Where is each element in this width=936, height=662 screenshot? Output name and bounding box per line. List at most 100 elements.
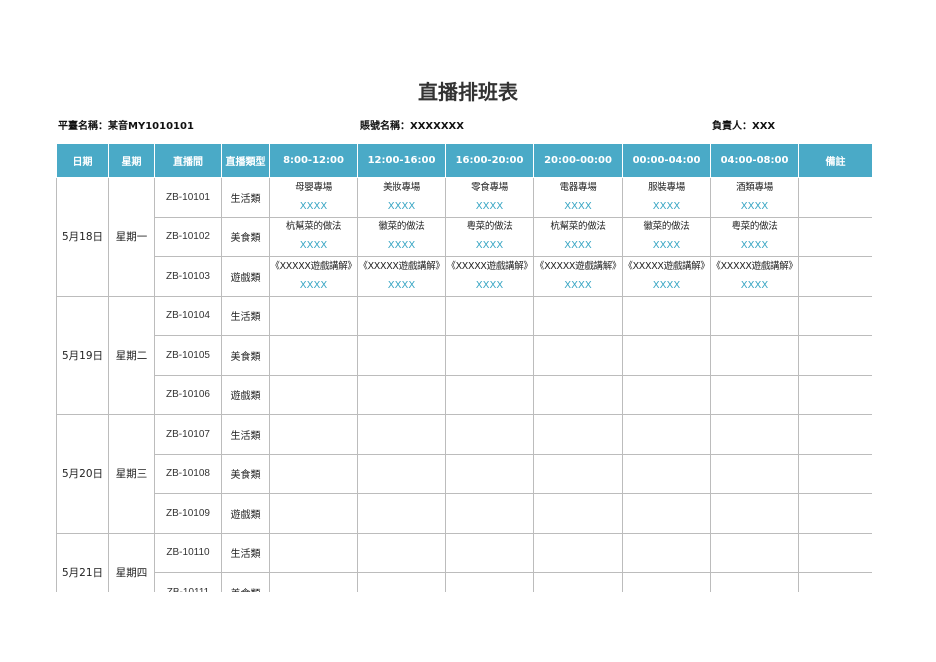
header-slot: 8:00-12:00 — [269, 143, 358, 178]
table-row: ZB-10103 遊戲類 《XXXXX遊戲講解》 XXXX 《XXXXX遊戲講解》 XXX… — [57, 256, 872, 297]
date-cell: 5月18日 — [56, 177, 109, 297]
table-row: 5月20日 星期三 ZB-10107 生活類 — [56, 414, 872, 534]
program-title: 《XXXXX遊戲講解》 — [534, 260, 622, 272]
host-name: XXXX — [387, 200, 416, 212]
header-row: 日期 星期 直播間 直播類型 8:00-12:00 12:00-16:00 16… — [56, 143, 872, 178]
room-code-cell: ZB-10104 — [154, 295, 222, 336]
slot-cell — [445, 572, 534, 592]
slot-cell: 酒類專場 XXXX — [710, 177, 799, 218]
slot-cell: 杭幫菜的做法 XXXX — [533, 216, 623, 257]
schedule-sheet: 日期 星期 直播間 直播類型 8:00-12:00 12:00-16:00 16… — [56, 143, 872, 592]
room-type-cell: 遊戲類 — [221, 256, 270, 297]
room-type-cell: 生活類 — [221, 295, 270, 336]
room-code-cell: ZB-10108 — [154, 453, 222, 494]
program-title: 徽菜的做法 — [643, 221, 690, 233]
date-cell: 5月20日 — [56, 414, 109, 534]
slot-cell — [533, 532, 623, 573]
host-name: XXXX — [564, 240, 592, 252]
slot-cell — [357, 572, 446, 592]
slot-cell: 服裝專場 XXXX — [622, 177, 711, 218]
slot-cell — [269, 453, 358, 494]
header-slot: 04:00-08:00 — [710, 143, 799, 178]
slot-cell — [533, 414, 623, 455]
date-cell: 5月19日 — [56, 295, 109, 415]
note-cell — [798, 256, 872, 297]
slot-cell — [445, 493, 534, 534]
note-cell — [798, 532, 872, 573]
slot-cell — [622, 335, 711, 376]
host-name: XXXX — [564, 279, 592, 291]
header-room: 直播間 — [154, 143, 222, 178]
program-title: 電器專場 — [559, 181, 597, 193]
weekday-cell: 星期二 — [108, 295, 155, 415]
slot-cell — [357, 532, 446, 573]
slot-cell — [533, 335, 623, 376]
table-row: ZB-10102 美食類 杭幫菜的做法 XXXX 徽菜的做法 XXXX 粵菜的做法 XXXX 杭… — [57, 216, 872, 257]
program-title: 粵菜的做法 — [466, 221, 513, 233]
slot-cell — [622, 414, 711, 455]
host-name: XXXX — [299, 279, 328, 291]
header-slot: 16:00-20:00 — [445, 143, 534, 178]
slot-cell — [357, 295, 446, 336]
page-title: 直播排班表 — [418, 80, 518, 104]
host-name: XXXX — [652, 240, 681, 252]
slot-cell — [533, 374, 623, 415]
weekday-cell: 星期一 — [108, 177, 155, 297]
note-cell — [798, 177, 872, 218]
slot-cell — [357, 453, 446, 494]
slot-cell: 粵菜的做法 XXXX — [445, 216, 534, 257]
slot-cell — [622, 493, 711, 534]
owner-name: 負責人：XXX — [712, 121, 776, 132]
slot-cell: 《XXXXX遊戲講解》 XXXX — [710, 256, 799, 297]
note-cell — [798, 493, 872, 534]
schedule-table: 日期 星期 直播間 直播類型 8:00-12:00 12:00-16:00 16… — [56, 143, 872, 592]
program-title: 徽菜的做法 — [378, 221, 425, 233]
slot-cell — [269, 335, 358, 376]
slot-cell: 《XXXXX遊戲講解》 XXXX — [357, 256, 446, 297]
host-name: XXXX — [652, 279, 681, 291]
slot-cell — [269, 374, 358, 415]
slot-cell — [710, 414, 799, 455]
table-row: 5月19日 星期二 ZB-10104 生活類 — [56, 295, 872, 415]
program-title: 零食專場 — [471, 181, 508, 193]
program-title: 《XXXXX遊戲講解》 — [446, 260, 533, 272]
slot-cell: 《XXXXX遊戲講解》 XXXX — [269, 256, 358, 297]
slot-cell — [445, 453, 534, 494]
slot-cell: 杭幫菜的做法 XXXX — [269, 216, 358, 257]
slot-cell — [622, 453, 711, 494]
program-title: 《XXXXX遊戲講解》 — [711, 260, 798, 272]
note-cell — [798, 374, 872, 415]
header-slot: 20:00-00:00 — [533, 143, 623, 178]
room-code-cell: ZB-10109 — [154, 493, 222, 534]
slot-cell: 《XXXXX遊戲講解》 XXXX — [445, 256, 534, 297]
header-type: 直播類型 — [221, 143, 270, 178]
host-name: XXXX — [652, 200, 681, 212]
slot-cell — [622, 532, 711, 573]
slot-cell — [710, 532, 799, 573]
note-cell — [798, 572, 872, 592]
host-name: XXXX — [299, 240, 328, 252]
header-date: 日期 — [56, 143, 109, 178]
slot-cell — [445, 532, 534, 573]
slot-cell: 電器專場 XXXX — [533, 177, 623, 218]
slot-cell — [710, 453, 799, 494]
program-title: 《XXXXX遊戲講解》 — [623, 260, 710, 272]
slot-cell: 粵菜的做法 XXXX — [710, 216, 799, 257]
slot-cell: 徽菜的做法 XXXX — [357, 216, 446, 257]
header-note: 備註 — [798, 143, 872, 178]
slot-cell — [710, 374, 799, 415]
slot-cell — [269, 572, 358, 592]
slot-cell — [445, 374, 534, 415]
weekday-cell: 星期三 — [108, 414, 155, 534]
slot-cell — [269, 532, 358, 573]
program-title: 杭幫菜的做法 — [550, 221, 606, 233]
slot-cell — [269, 493, 358, 534]
slot-cell — [357, 493, 446, 534]
table-row: ZB-10105 美食類 — [57, 335, 872, 376]
room-type-cell: 美食類 — [221, 335, 270, 376]
table-row: 5月18日 星期一 ZB-10101 生活類 母嬰專場 XXXX 美妝專場 XXXX 零食專場 X… — [56, 177, 872, 297]
weekday-cell: 星期四 — [108, 532, 155, 592]
program-title: 《XXXXX遊戲講解》 — [358, 260, 445, 272]
room-type-cell: 生活類 — [221, 177, 270, 218]
schedule-body: 5月18日 星期一 ZB-10101 生活類 母嬰專場 XXXX 美妝專場 XXXX 零食專場 X… — [56, 177, 872, 592]
